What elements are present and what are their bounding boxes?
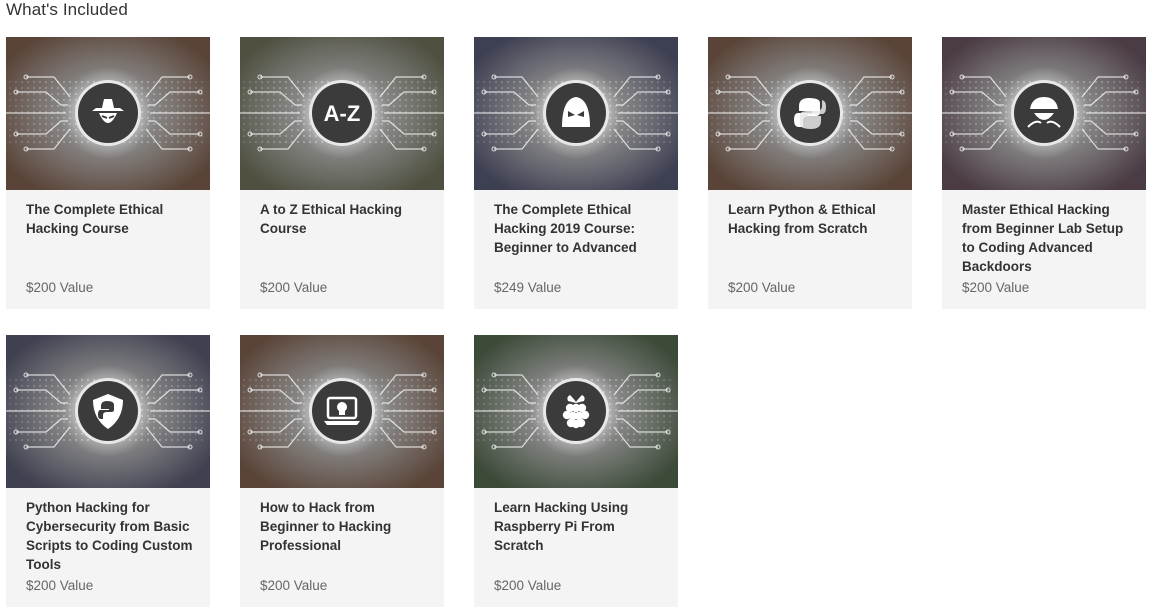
- course-price: $200 Value: [260, 280, 328, 295]
- course-title[interactable]: Learn Hacking Using Raspberry Pi From Sc…: [494, 498, 666, 555]
- thumbnail-art: [240, 335, 444, 488]
- course-card[interactable]: Learn Python & Ethical Hacking from Scra…: [708, 37, 912, 309]
- course-card[interactable]: The Complete Ethical Hacking 2019 Course…: [474, 37, 678, 309]
- course-thumbnail: [474, 335, 678, 488]
- thumbnail-art: [6, 37, 210, 190]
- course-thumbnail: [474, 37, 678, 190]
- thumbnail-art: [474, 37, 678, 190]
- course-card[interactable]: The Complete Ethical Hacking Course $200…: [6, 37, 210, 309]
- course-thumbnail: A-Z: [240, 37, 444, 190]
- course-thumbnail: [942, 37, 1146, 190]
- thumbnail-art: [708, 37, 912, 190]
- course-thumbnail: [240, 335, 444, 488]
- course-card[interactable]: How to Hack from Beginner to Hacking Pro…: [240, 335, 444, 607]
- thumbnail-art: A-Z: [240, 37, 444, 190]
- course-card[interactable]: Learn Hacking Using Raspberry Pi From Sc…: [474, 335, 678, 607]
- course-thumbnail: [708, 37, 912, 190]
- course-title[interactable]: A to Z Ethical Hacking Course: [260, 200, 432, 238]
- course-title[interactable]: Learn Python & Ethical Hacking from Scra…: [728, 200, 900, 238]
- course-title[interactable]: The Complete Ethical Hacking 2019 Course…: [494, 200, 666, 257]
- course-card[interactable]: Python Hacking for Cybersecurity from Ba…: [6, 335, 210, 607]
- course-price: $200 Value: [26, 578, 94, 593]
- course-price: $200 Value: [260, 578, 328, 593]
- thumbnail-art: [6, 335, 210, 488]
- course-price: $200 Value: [962, 280, 1030, 295]
- svg-text:A-Z: A-Z: [324, 101, 361, 126]
- course-card[interactable]: A-Z A to Z Ethical Hacking Course $200 V…: [240, 37, 444, 309]
- course-card[interactable]: Master Ethical Hacking from Beginner Lab…: [942, 37, 1146, 309]
- course-thumbnail: [6, 335, 210, 488]
- course-thumbnail: [6, 37, 210, 190]
- course-price: $200 Value: [494, 578, 562, 593]
- thumbnail-art: [942, 37, 1146, 190]
- course-title[interactable]: Master Ethical Hacking from Beginner Lab…: [962, 200, 1134, 276]
- course-price: $200 Value: [728, 280, 796, 295]
- thumbnail-art: [474, 335, 678, 488]
- course-title[interactable]: Python Hacking for Cybersecurity from Ba…: [26, 498, 198, 574]
- course-price: $249 Value: [494, 280, 562, 295]
- a-z-icon: A-Z: [324, 101, 361, 126]
- course-title[interactable]: The Complete Ethical Hacking Course: [26, 200, 198, 238]
- page-title: What's Included: [6, 0, 128, 19]
- course-title[interactable]: How to Hack from Beginner to Hacking Pro…: [260, 498, 432, 555]
- course-price: $200 Value: [26, 280, 94, 295]
